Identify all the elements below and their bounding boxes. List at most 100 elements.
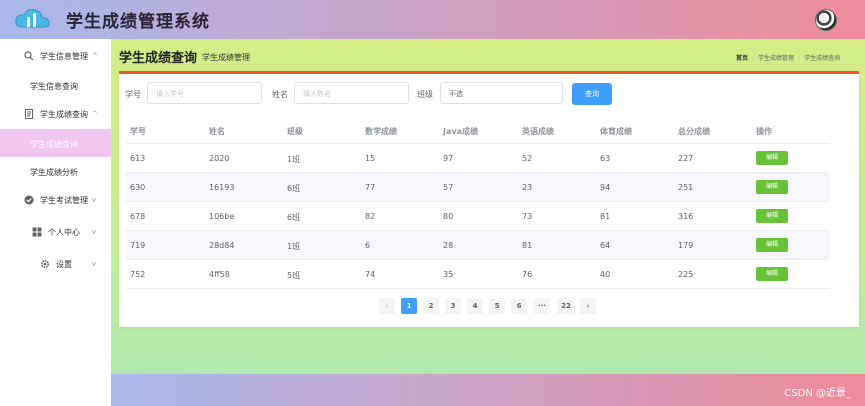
sidebar: 学生信息管理 ^ 学生信息查询 学生成绩查询 ^ 学生成绩查询 学生成绩分析 学… [0, 39, 111, 406]
student-name-label: 姓名 [272, 90, 288, 99]
user-avatar[interactable] [815, 9, 837, 31]
edit-button[interactable]: 编辑 [756, 238, 788, 252]
page-button[interactable]: 6 [511, 298, 527, 314]
breadcrumb-home[interactable]: 首页 [736, 55, 748, 62]
cell-math: 74 [365, 270, 376, 279]
class-select[interactable]: 不选 v [440, 82, 563, 104]
prev-page-button[interactable]: ‹ [379, 298, 395, 314]
page-title: 学生成绩查询 [119, 51, 198, 66]
cell-name: 16193 [209, 183, 235, 192]
cell-english: 76 [522, 270, 533, 279]
column-header[interactable]: 数学成绩 [365, 126, 397, 137]
column-header[interactable]: Java成绩 [443, 126, 478, 137]
document-icon [25, 109, 33, 119]
gear-icon [40, 259, 50, 269]
sidebar-group-student-info[interactable]: 学生信息管理 ^ [0, 41, 111, 71]
cell-math: 82 [365, 212, 376, 221]
cell-pe: 94 [600, 183, 611, 192]
cell-math: 15 [365, 154, 376, 163]
sidebar-group-settings[interactable]: 设置 v [0, 249, 111, 279]
footer-brand: CSDN @近景_ [784, 388, 851, 399]
table-row[interactable]: 678 106be 6班 82 80 73 81 316 编辑 [126, 202, 830, 231]
cloud-logo-icon [15, 9, 50, 28]
student-id-label: 学号 [125, 90, 141, 99]
cell-java: 97 [443, 154, 454, 163]
breadcrumb-item[interactable]: 学生成绩管理 [758, 55, 794, 62]
sidebar-group-score-query[interactable]: 学生成绩查询 ^ [0, 99, 111, 129]
cell-java: 28 [443, 241, 454, 250]
edit-button[interactable]: 编辑 [756, 267, 788, 281]
chevron-up-icon: ^ [92, 110, 98, 118]
student-name-input[interactable]: 填入姓名 [294, 82, 409, 104]
search-icon [24, 51, 34, 61]
sidebar-item-label: 学生信息查询 [30, 82, 78, 91]
edit-button[interactable]: 编辑 [756, 180, 788, 194]
cell-student-id: 752 [130, 270, 146, 279]
sidebar-group-exam-manage[interactable]: 学生考试管理 v [0, 185, 111, 215]
edit-button[interactable]: 编辑 [756, 151, 788, 165]
page-button-current[interactable]: 1 [401, 298, 417, 314]
student-name-placeholder: 填入姓名 [303, 90, 331, 98]
page-button[interactable]: 22 [557, 298, 575, 314]
sidebar-item-score-analysis[interactable]: 学生成绩分析 [0, 157, 111, 185]
breadcrumb: 首页 / 学生成绩管理 / 学生成绩查询 [736, 53, 840, 62]
table-row[interactable]: 719 28d84 1班 6 28 81 64 179 编辑 [126, 231, 830, 260]
cell-java: 57 [443, 183, 454, 192]
chevron-up-icon: ^ [92, 52, 98, 60]
table-row[interactable]: 613 2020 1班 15 97 52 63 227 编辑 [126, 144, 830, 173]
table-header: 学号 姓名 班级 数学成绩 Java成绩 英语成绩 体育成绩 总分成绩 操作 [126, 118, 830, 144]
cell-name: 106be [209, 212, 235, 221]
cell-pe: 81 [600, 212, 611, 221]
table-row[interactable]: 752 4ff58 5班 74 35 76 40 225 编辑 [126, 260, 830, 289]
check-circle-icon [24, 195, 34, 205]
cell-student-id: 719 [130, 241, 146, 250]
chevron-down-icon: v [92, 260, 97, 268]
cell-name: 28d84 [209, 241, 235, 250]
breadcrumb-current: 学生成绩查询 [804, 55, 841, 62]
page-subtitle: 学生成绩管理 [202, 53, 250, 62]
student-id-input[interactable]: 填入学号 [147, 82, 262, 104]
column-header[interactable]: 班级 [287, 126, 303, 137]
edit-button[interactable]: 编辑 [756, 209, 788, 223]
cell-pe: 40 [600, 270, 611, 279]
cell-name: 2020 [209, 154, 230, 163]
cell-english: 23 [522, 183, 533, 192]
sidebar-group-label: 设置 [56, 260, 72, 269]
column-header[interactable]: 总分成绩 [678, 126, 710, 137]
cell-java: 35 [443, 270, 454, 279]
class-label: 班级 [417, 90, 433, 99]
sidebar-group-personal-center[interactable]: 个人中心 v [0, 217, 111, 247]
page-button[interactable]: 4 [467, 298, 483, 314]
app-title: 学生成绩管理系统 [66, 12, 210, 32]
cell-pe: 64 [600, 241, 611, 250]
query-button[interactable]: 查询 [572, 83, 612, 105]
cell-class: 6班 [287, 184, 301, 193]
sidebar-group-label: 学生成绩查询 [40, 110, 88, 119]
cell-math: 6 [365, 241, 371, 250]
cell-student-id: 613 [130, 154, 146, 163]
cell-student-id: 630 [130, 183, 146, 192]
more-pages-button[interactable]: ··· [534, 298, 550, 314]
sidebar-item-score-query[interactable]: 学生成绩查询 [0, 129, 111, 157]
breadcrumb-separator: / [798, 55, 801, 62]
sidebar-item-student-info-query[interactable]: 学生信息查询 [0, 71, 111, 99]
cell-english: 81 [522, 241, 533, 250]
cell-class: 6班 [287, 213, 301, 222]
column-header[interactable]: 姓名 [209, 126, 225, 137]
sidebar-item-label: 学生成绩分析 [30, 168, 78, 177]
column-header[interactable]: 体育成绩 [600, 126, 632, 137]
cell-class: 1班 [287, 155, 301, 164]
table-row[interactable]: 630 16193 6班 77 57 23 94 251 编辑 [126, 173, 830, 202]
page-button[interactable]: 5 [489, 298, 505, 314]
chevron-down-icon: v [449, 89, 454, 97]
next-page-button[interactable]: › [580, 298, 596, 314]
cell-name: 4ff58 [209, 270, 230, 279]
page-button[interactable]: 2 [423, 298, 439, 314]
cell-math: 77 [365, 183, 376, 192]
cell-class: 5班 [287, 271, 301, 280]
page-button[interactable]: 3 [445, 298, 461, 314]
column-header[interactable]: 学号 [130, 126, 146, 137]
student-id-placeholder: 填入学号 [156, 90, 184, 98]
cell-english: 73 [522, 212, 533, 221]
column-header[interactable]: 英语成绩 [522, 126, 554, 137]
